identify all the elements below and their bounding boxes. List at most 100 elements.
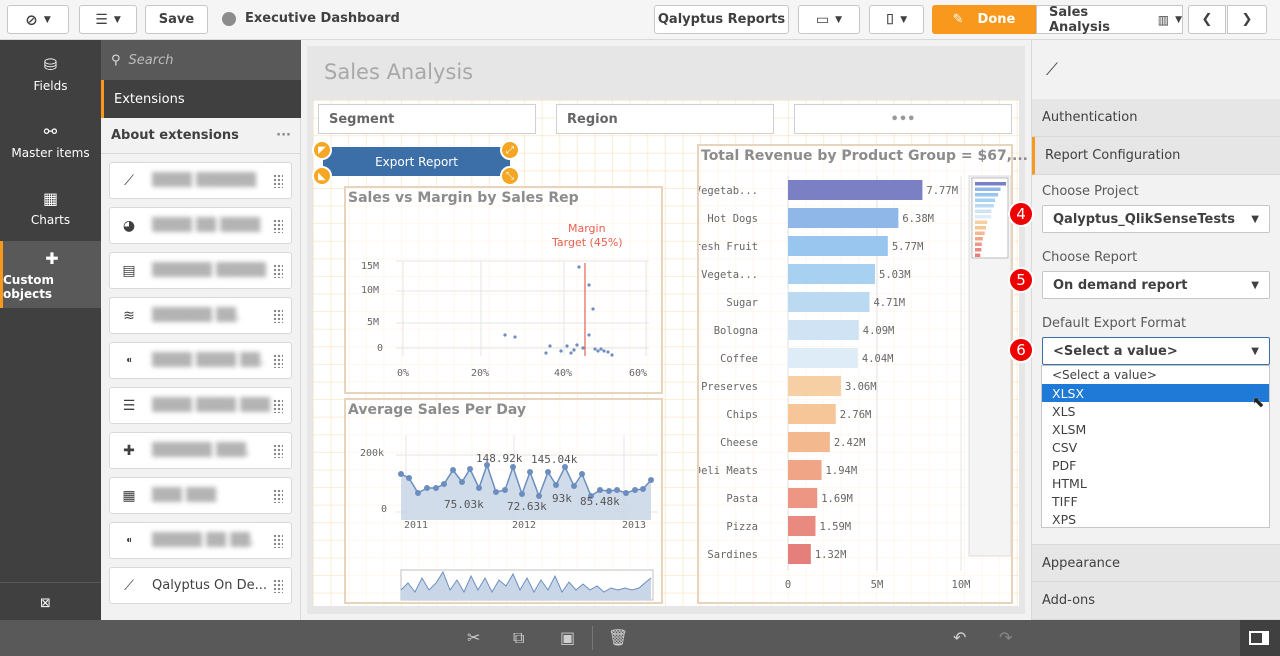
step-badge: 4 xyxy=(1008,201,1034,227)
list-item[interactable]: ◕ ▒▒▒▒ ▒▒ ▒▒▒▒ xyxy=(109,207,292,244)
list-item[interactable]: ✚ ▒▒▒▒▒▒ ▒▒▒. xyxy=(109,432,292,469)
bar[interactable] xyxy=(788,516,816,536)
blurred-label: ▒▒▒ ▒▒▒ xyxy=(152,488,217,503)
x-tick: 2011 xyxy=(404,520,429,531)
bar[interactable] xyxy=(788,236,888,256)
option[interactable]: CSV xyxy=(1042,438,1269,456)
save-button[interactable]: Save xyxy=(145,5,208,34)
rail-item-charts[interactable]: ▦ Charts xyxy=(0,174,101,241)
list-item[interactable]: ⁌ ▒▒▒▒▒ ▒▒ ▒▒. xyxy=(109,522,292,559)
rail-item-master-items[interactable]: ⚯ Master items xyxy=(0,107,101,174)
drag-handle-icon[interactable] xyxy=(273,354,283,368)
scatter-chart[interactable]: Sales vs Margin by Sales Rep Margin Targ… xyxy=(344,186,663,394)
resize-handle-icon[interactable]: ⤢ xyxy=(500,140,520,160)
about-extensions-label: About extensions xyxy=(111,128,239,143)
drag-handle-icon[interactable] xyxy=(273,444,283,458)
bar[interactable] xyxy=(788,264,876,284)
qalyptus-reports-button[interactable]: Qalyptus Reports xyxy=(654,5,789,34)
section-report-configuration[interactable]: Report Configuration xyxy=(1032,137,1280,175)
section-authentication[interactable]: Authentication xyxy=(1032,99,1280,137)
category-label: Coffee xyxy=(720,353,758,365)
section-appearance[interactable]: Appearance xyxy=(1032,544,1280,582)
filter-region[interactable]: Region xyxy=(556,104,774,134)
copy-icon[interactable]: ⧉ xyxy=(513,628,524,648)
data-label: 75.03k xyxy=(444,498,484,511)
value-label: 3.06M xyxy=(845,381,877,393)
x-tick: 10M xyxy=(952,579,971,591)
search-icon: ⚲ xyxy=(111,52,121,68)
drag-handle-icon[interactable] xyxy=(273,174,283,188)
value-label: 1.32M xyxy=(815,549,847,561)
rail-item-custom-objects[interactable]: ✚ Custom objects xyxy=(0,241,101,308)
list-item[interactable]: ≋ ▒▒▒▒▒▒ ▒▒. xyxy=(109,297,292,334)
toggle-properties-button[interactable] xyxy=(1240,620,1280,656)
option[interactable]: XPS xyxy=(1042,510,1269,528)
drag-handle-icon[interactable] xyxy=(273,534,283,548)
bar[interactable] xyxy=(788,180,923,200)
rail-item-fields[interactable]: ⛁ Fields xyxy=(0,40,101,107)
bar[interactable] xyxy=(788,348,858,368)
resize-handle-icon[interactable]: ◣ xyxy=(312,166,332,186)
option[interactable]: XLSM xyxy=(1042,420,1269,438)
extensions-tab[interactable]: Extensions xyxy=(101,80,301,118)
redo-icon[interactable]: ↷ xyxy=(999,628,1012,647)
previous-sheet-button[interactable]: ❮ xyxy=(1188,5,1226,34)
option[interactable]: <Select a value> xyxy=(1042,366,1269,384)
bar[interactable] xyxy=(788,404,836,424)
more-icon[interactable]: ··· xyxy=(276,128,291,143)
bar[interactable] xyxy=(788,320,859,340)
drag-handle-icon[interactable] xyxy=(273,579,283,593)
option[interactable]: PDF xyxy=(1042,456,1269,474)
list-item[interactable]: ⁌ ▒▒▒▒ ▒▒▒▒ ▒▒. xyxy=(109,342,292,379)
next-sheet-button[interactable]: ❯ xyxy=(1227,5,1267,34)
option[interactable]: TIFF xyxy=(1042,492,1269,510)
bar-chart[interactable]: Total Revenue by Product Group = $67,...… xyxy=(697,144,1028,604)
drag-handle-icon[interactable] xyxy=(273,399,283,413)
list-item[interactable]: ▦ ▒▒▒ ▒▒▒ xyxy=(109,477,292,514)
bar[interactable] xyxy=(788,432,830,452)
export-format-select[interactable]: <Select a value> ▼ xyxy=(1042,337,1270,365)
data-label: 72.63k xyxy=(507,500,547,513)
paste-icon[interactable]: ▣ xyxy=(560,628,575,647)
filter-more[interactable]: ••• xyxy=(794,104,1012,134)
list-item[interactable]: ⟋ Qalyptus On De... xyxy=(109,567,292,604)
drag-handle-icon[interactable] xyxy=(273,489,283,503)
list-item[interactable]: ☰ ▒▒▒▒ ▒▒▒▒ ▒▒▒ xyxy=(109,387,292,424)
bar[interactable] xyxy=(788,208,899,228)
drag-handle-icon[interactable] xyxy=(273,309,283,323)
option[interactable]: HTML xyxy=(1042,474,1269,492)
bar[interactable] xyxy=(788,292,870,312)
cut-icon[interactable]: ✂ xyxy=(467,628,480,647)
resize-handle-icon[interactable]: ⤡ xyxy=(500,166,520,186)
present-button[interactable]: ▭ ▼ xyxy=(798,5,860,34)
chevron-down-icon: ▼ xyxy=(113,14,121,25)
variables-icon[interactable]: ⊠ xyxy=(40,596,51,611)
resize-handle-icon[interactable]: ◤ xyxy=(312,140,332,160)
list-item[interactable]: ⟋ ▒▒▒▒ ▒▒▒▒▒▒ xyxy=(109,162,292,199)
drag-handle-icon[interactable] xyxy=(273,219,283,233)
done-button[interactable]: ✎ Done xyxy=(932,5,1036,34)
option-selected[interactable]: XLSX xyxy=(1042,384,1269,402)
filter-segment[interactable]: Segment xyxy=(318,104,536,134)
minimap-bar xyxy=(975,253,981,257)
export-report-button[interactable]: Export Report xyxy=(323,147,510,176)
project-select[interactable]: Qalyptus_QlikSenseTests ▼ xyxy=(1042,205,1270,233)
option[interactable]: XLS xyxy=(1042,402,1269,420)
line-chart[interactable]: Average Sales Per Day 200k 0 2011 2012 2… xyxy=(344,398,663,604)
section-add-ons[interactable]: Add-ons xyxy=(1032,582,1280,620)
report-select[interactable]: On demand report ▼ xyxy=(1042,271,1270,299)
list-item[interactable]: ▤ ▒▒▒▒▒▒ ▒▒▒▒▒ xyxy=(109,252,292,289)
drag-handle-icon[interactable] xyxy=(273,264,283,278)
undo-icon[interactable]: ↶ xyxy=(953,628,966,647)
delete-icon[interactable]: 🗑 xyxy=(608,628,628,647)
navigation-button[interactable]: ⊘ ▼ xyxy=(7,5,69,34)
bar[interactable] xyxy=(788,488,818,508)
bar[interactable] xyxy=(788,460,822,480)
category-label: Hot Dogs xyxy=(707,213,758,225)
search-input[interactable]: ⚲ Search xyxy=(101,40,301,80)
bookmark-button[interactable]: ⌷ ▼ xyxy=(869,5,924,34)
sheet-selector[interactable]: Sales Analysis ▥ ▼ xyxy=(1036,5,1183,35)
bar[interactable] xyxy=(788,376,841,396)
menu-button[interactable]: ☰ ▼ xyxy=(79,5,137,34)
bar[interactable] xyxy=(788,544,811,564)
